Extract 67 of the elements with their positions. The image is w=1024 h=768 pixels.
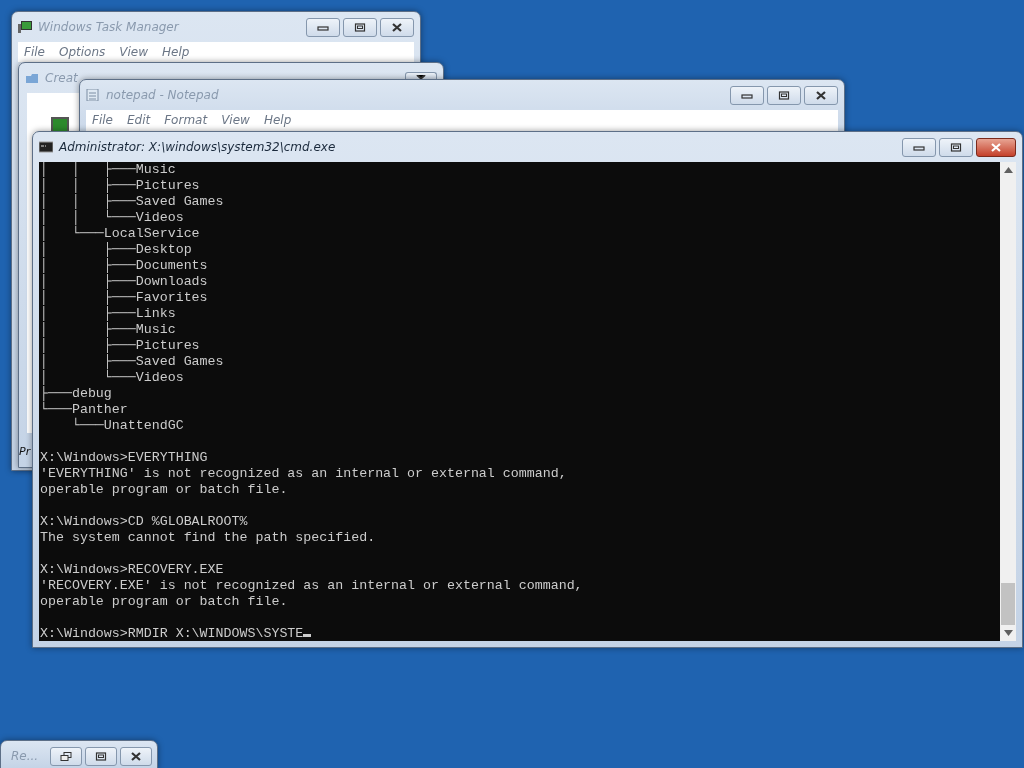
scroll-up-icon xyxy=(1003,167,1013,173)
max-button[interactable] xyxy=(343,17,377,37)
maximize-icon xyxy=(950,142,962,152)
console-line: │ │ ├───Saved Games xyxy=(40,194,224,209)
console-line: │ ├───Documents xyxy=(40,258,208,273)
menu-item[interactable]: Options xyxy=(58,43,106,61)
console-line: │ └───Videos xyxy=(40,370,184,385)
window-title: Creat xyxy=(45,70,78,87)
console-line: │ ├───Favorites xyxy=(40,290,208,305)
maximize-icon xyxy=(95,751,108,761)
window-title: Re... xyxy=(11,748,39,765)
close-button[interactable] xyxy=(976,137,1016,157)
command-line: X:\Windows>RECOVERY.EXE xyxy=(40,562,224,577)
min-button[interactable] xyxy=(730,85,764,105)
scrollbar[interactable] xyxy=(1000,162,1016,641)
min-button[interactable] xyxy=(306,17,340,37)
console-line: ├───debug xyxy=(40,386,112,401)
text-cursor xyxy=(303,634,312,637)
console-line: operable program or batch file. xyxy=(40,594,288,609)
menu-item[interactable]: File xyxy=(92,111,113,129)
console-line: │ ├───Desktop xyxy=(40,242,192,257)
maximize-icon xyxy=(778,90,790,100)
maximize-icon xyxy=(354,22,366,32)
max-button[interactable] xyxy=(939,137,973,157)
console-line: 'RECOVERY.EXE' is not recognized as an internal or external command, xyxy=(40,578,583,593)
console-line: │ │ ├───Music xyxy=(40,162,176,177)
restore-icon xyxy=(60,751,73,761)
menu-item[interactable]: View xyxy=(221,111,250,129)
console-line: │ ├───Links xyxy=(40,306,176,321)
close-button[interactable] xyxy=(380,17,414,37)
console-line: │ ├───Saved Games xyxy=(40,354,224,369)
console-line: └───UnattendGC xyxy=(70,418,184,433)
menu-item[interactable]: Help xyxy=(162,43,190,61)
max-button[interactable] xyxy=(767,85,801,105)
menu-item[interactable]: Edit xyxy=(126,111,151,129)
console-line: │ ├───Pictures xyxy=(40,338,200,353)
scroll-thumb[interactable] xyxy=(1001,583,1015,625)
menu-item[interactable]: Format xyxy=(164,111,208,129)
scroll-down-icon xyxy=(1003,630,1013,636)
app-icon xyxy=(39,141,53,153)
app-icon xyxy=(86,89,100,101)
console-line: └───Panther xyxy=(40,402,128,417)
command-line: X:\Windows>EVERYTHING xyxy=(40,450,208,465)
console-line: │ ├───Music xyxy=(40,322,176,337)
window-title: Windows Task Manager xyxy=(38,19,179,36)
console-line: operable program or batch file. xyxy=(40,482,288,497)
close-button[interactable] xyxy=(120,746,153,766)
menu-item[interactable]: View xyxy=(119,43,148,61)
menu-item[interactable]: Help xyxy=(263,111,292,129)
window-title: Administrator: X:\windows\system32\cmd.exe xyxy=(59,139,336,156)
command-line: X:\Windows>CD %GLOBALROOT% xyxy=(40,514,248,529)
restore-button[interactable] xyxy=(50,746,83,766)
app-icon xyxy=(25,72,39,84)
console-line: 'EVERYTHING' is not recognized as an internal or external command, xyxy=(40,466,567,481)
min-button[interactable] xyxy=(902,137,936,157)
menu-item[interactable]: File xyxy=(24,43,45,61)
close-button[interactable] xyxy=(804,85,838,105)
app-icon xyxy=(18,21,32,33)
console-line: │ └───LocalService xyxy=(40,226,200,241)
console-line: The system cannot find the path specified. xyxy=(40,530,376,545)
console-line: │ │ ├───Pictures xyxy=(40,178,200,193)
command-line: X:\Windows>RMDIR X:\WINDOWS\SYSTE xyxy=(40,626,304,641)
max-button[interactable] xyxy=(85,746,118,766)
console-line: │ │ └───Videos xyxy=(40,210,184,225)
console-line: │ ├───Downloads xyxy=(40,274,208,289)
footer-text: Pr xyxy=(19,445,31,458)
window-title: notepad - Notepad xyxy=(106,87,219,104)
